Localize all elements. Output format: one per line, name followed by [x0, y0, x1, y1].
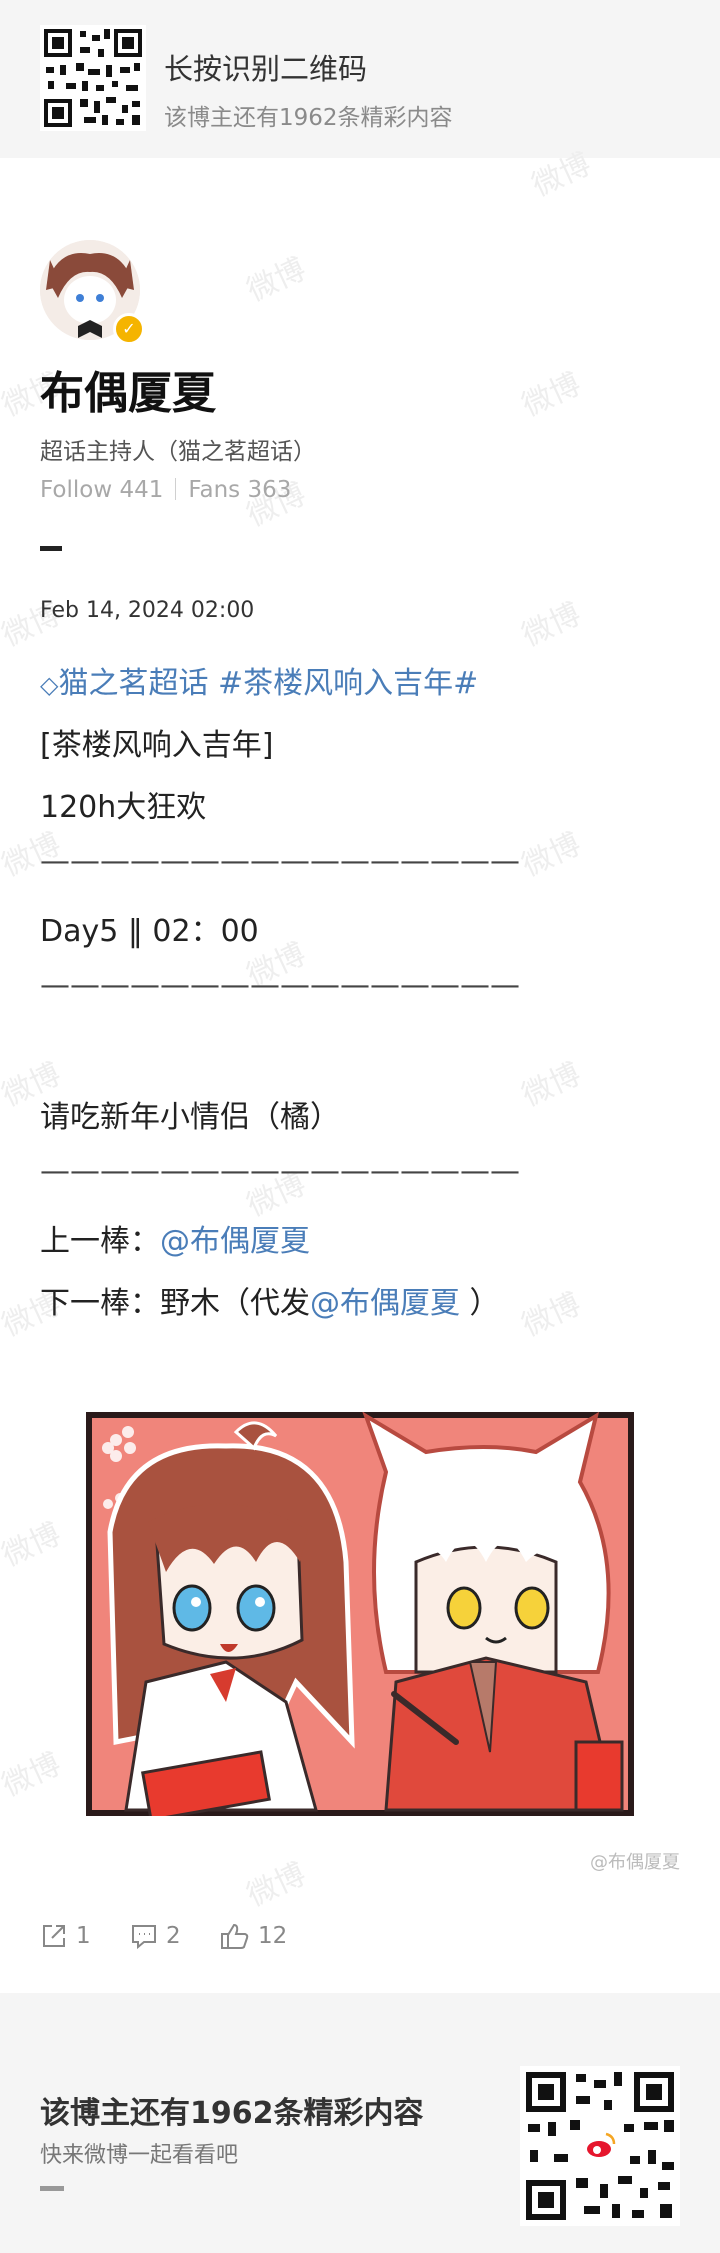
section-divider [40, 546, 62, 551]
footer-divider [40, 2186, 64, 2191]
post-line-2: 120h大狂欢 [40, 790, 207, 825]
footer-subtitle: 快来微博一起看看吧 [40, 2143, 239, 2168]
post-separator: ———————————————— [40, 968, 520, 1003]
hashtag-link[interactable]: #茶楼风响入吉年# [208, 666, 478, 701]
footer-title: 该博主还有1962条精彩内容 [40, 2096, 424, 2131]
mention-link[interactable]: @布偶厦夏 [310, 1286, 460, 1321]
fans-count[interactable]: Fans 363 [188, 477, 291, 503]
post-separator: ———————————————— [40, 844, 520, 879]
profile-name[interactable]: 布偶厦夏 [40, 357, 216, 421]
supertopic-label: 猫之茗超话 [58, 666, 209, 701]
qr-banner: 长按识别二维码 该博主还有1962条精彩内容 [0, 0, 720, 158]
divider [175, 478, 177, 500]
qr-code-icon[interactable] [520, 2066, 680, 2226]
banner-subtitle: 该博主还有1962条精彩内容 [164, 105, 453, 131]
like-button[interactable]: 12 [220, 1922, 287, 1950]
post-line-1: [茶楼风响入吉年] [40, 728, 274, 763]
diamond-icon: ◇ [40, 671, 59, 699]
watermark: 微博 [241, 251, 312, 309]
image-watermark: @布偶厦夏 [590, 1852, 680, 1873]
like-count: 12 [258, 1923, 288, 1949]
verified-badge-icon: ✓ [113, 313, 145, 345]
watermark: 微博 [241, 1856, 312, 1914]
banner-title: 长按识别二维码 [164, 52, 368, 86]
comment-count: 2 [166, 1923, 181, 1949]
follow-count[interactable]: Follow 441 [40, 477, 163, 503]
relay-next-end: ） [460, 1286, 500, 1321]
supertopic-link[interactable]: ◇猫之茗超话 [40, 666, 208, 701]
watermark: 微博 [0, 1516, 67, 1574]
post-line-4: 请吃新年小情侣（橘） [40, 1100, 340, 1135]
footer-banner: 该博主还有1962条精彩内容 快来微博一起看看吧 [0, 1993, 720, 2253]
watermark: 微博 [516, 1056, 587, 1114]
qr-code-icon[interactable] [40, 25, 146, 131]
post-date: Feb 14, 2024 02:00 [40, 598, 255, 623]
post-topics: ◇猫之茗超话 #茶楼风响入吉年# [40, 658, 478, 702]
watermark: 微博 [516, 1286, 587, 1344]
comment-icon [132, 1925, 156, 1950]
comment-button[interactable]: 2 [130, 1922, 181, 1950]
profile-stats: Follow 441 Fans 363 [40, 477, 291, 503]
watermark: 微博 [0, 1746, 67, 1804]
post-relay-prev: 上一棒：@布偶厦夏 [40, 1216, 310, 1260]
repost-icon [43, 1925, 65, 1947]
profile-role: 超话主持人（猫之茗超话） [40, 439, 316, 465]
post-separator: ———————————————— [40, 1154, 520, 1189]
watermark: 微博 [516, 826, 587, 884]
repost-count: 1 [76, 1923, 91, 1949]
repost-button[interactable]: 1 [40, 1922, 91, 1950]
watermark: 微博 [516, 596, 587, 654]
relay-next-label: 下一棒：野木（代发 [40, 1286, 310, 1321]
watermark: 微博 [516, 366, 587, 424]
mention-link[interactable]: @布偶厦夏 [160, 1224, 310, 1259]
thumbs-up-icon [221, 1923, 249, 1949]
post-relay-next: 下一棒：野木（代发@布偶厦夏 ） [40, 1278, 500, 1322]
post-image[interactable] [86, 1411, 634, 1822]
post-line-3: Day5 ‖ 02：00 [40, 914, 259, 949]
relay-prev-label: 上一棒： [40, 1224, 160, 1259]
